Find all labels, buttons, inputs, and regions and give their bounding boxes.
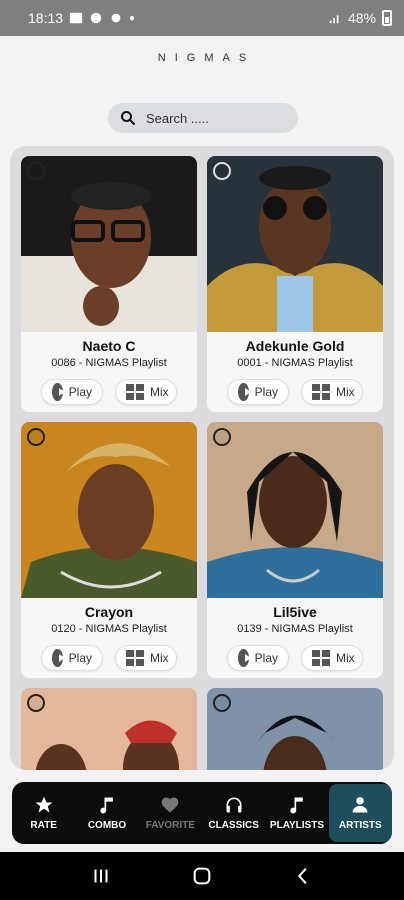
search-input[interactable] bbox=[146, 110, 276, 126]
artist-card[interactable] bbox=[207, 688, 383, 770]
mix-label: Mix bbox=[336, 385, 355, 399]
artist-card[interactable]: Naeto C 0086 - NIGMAS Playlist Play Mix bbox=[21, 156, 197, 412]
play-button[interactable]: Play bbox=[41, 645, 103, 671]
heart-icon bbox=[161, 797, 179, 813]
headphones-icon bbox=[226, 797, 242, 813]
signal-icon bbox=[328, 11, 342, 25]
status-bar: 18:13 ● 48% bbox=[0, 0, 404, 36]
person-icon bbox=[352, 797, 368, 813]
artist-photo[interactable] bbox=[207, 422, 383, 598]
artist-card[interactable] bbox=[21, 688, 197, 770]
notification-dot-icon: ● bbox=[129, 12, 136, 24]
music-note-icon bbox=[100, 797, 113, 814]
play-label: Play bbox=[254, 385, 278, 399]
artist-photo[interactable] bbox=[21, 156, 197, 332]
artists-grid-container[interactable]: Naeto C 0086 - NIGMAS Playlist Play Mix bbox=[10, 146, 394, 770]
search-bar[interactable] bbox=[108, 103, 298, 133]
nav-label: ARTISTS bbox=[338, 820, 382, 831]
mix-button[interactable]: Mix bbox=[301, 379, 363, 405]
mix-button[interactable]: Mix bbox=[115, 379, 177, 405]
artist-playlist: 0120 - NIGMAS Playlist bbox=[51, 623, 167, 635]
settings-icon bbox=[109, 11, 123, 25]
select-radio[interactable] bbox=[27, 428, 45, 446]
artist-name: Crayon bbox=[84, 604, 134, 620]
artist-photo[interactable] bbox=[207, 156, 383, 332]
select-radio[interactable] bbox=[27, 162, 45, 180]
nav-label: RATE bbox=[30, 820, 57, 831]
recent-apps-icon[interactable] bbox=[90, 865, 112, 887]
select-radio[interactable] bbox=[213, 428, 231, 446]
nav-favorite[interactable]: FAVORITE bbox=[139, 782, 202, 844]
artist-playlist: 0139 - NIGMAS Playlist bbox=[237, 623, 353, 635]
mix-label: Mix bbox=[150, 651, 169, 665]
home-icon[interactable] bbox=[191, 865, 213, 887]
play-icon bbox=[52, 383, 65, 401]
nav-playlists[interactable]: PLAYLISTS bbox=[265, 782, 328, 844]
play-button[interactable]: Play bbox=[227, 379, 289, 405]
artists-grid: Naeto C 0086 - NIGMAS Playlist Play Mix bbox=[21, 156, 383, 770]
nav-label: CLASSICS bbox=[208, 820, 259, 831]
bottom-nav: RATE COMBO FAVORITE CLASSICS PLAYLISTS A… bbox=[12, 782, 392, 844]
music-note-icon bbox=[290, 797, 303, 814]
mix-button[interactable]: Mix bbox=[115, 645, 177, 671]
play-icon bbox=[238, 383, 251, 401]
app-title: NIGMAS bbox=[157, 52, 256, 64]
artist-photo[interactable] bbox=[207, 688, 383, 770]
play-button[interactable]: Play bbox=[41, 379, 103, 405]
gallery-icon bbox=[69, 11, 83, 25]
nav-label: COMBO bbox=[87, 820, 127, 831]
artist-photo[interactable] bbox=[21, 422, 197, 598]
nav-combo[interactable]: COMBO bbox=[75, 782, 138, 844]
system-nav-bar bbox=[0, 852, 404, 900]
artist-card[interactable]: Adekunle Gold 0001 - NIGMAS Playlist Pla… bbox=[207, 156, 383, 412]
play-icon bbox=[52, 649, 65, 667]
mix-label: Mix bbox=[150, 385, 169, 399]
battery-icon bbox=[382, 10, 392, 26]
grid-icon bbox=[312, 384, 330, 400]
search-icon bbox=[121, 111, 136, 126]
play-button[interactable]: Play bbox=[227, 645, 289, 671]
mix-button[interactable]: Mix bbox=[301, 645, 363, 671]
select-radio[interactable] bbox=[213, 162, 231, 180]
nav-label: FAVORITE bbox=[145, 820, 195, 831]
play-label: Play bbox=[254, 651, 278, 665]
mix-label: Mix bbox=[336, 651, 355, 665]
play-icon bbox=[238, 649, 251, 667]
status-right: 48% bbox=[328, 10, 392, 26]
card-actions: Play Mix bbox=[207, 379, 383, 405]
grid-icon bbox=[126, 384, 144, 400]
artist-playlist: 0086 - NIGMAS Playlist bbox=[51, 357, 167, 369]
card-actions: Play Mix bbox=[21, 379, 197, 405]
artist-name: Adekunle Gold bbox=[245, 338, 345, 354]
nav-rate[interactable]: RATE bbox=[12, 782, 75, 844]
back-icon[interactable] bbox=[292, 865, 314, 887]
artist-card[interactable]: Crayon 0120 - NIGMAS Playlist Play Mix bbox=[21, 422, 197, 678]
grid-icon bbox=[126, 650, 144, 666]
star-icon bbox=[35, 796, 52, 813]
artist-photo[interactable] bbox=[21, 688, 197, 770]
artist-name: Lil5ive bbox=[273, 604, 317, 620]
play-label: Play bbox=[68, 651, 92, 665]
status-time: 18:13 bbox=[28, 10, 64, 26]
select-radio[interactable] bbox=[213, 694, 231, 712]
artist-name: Naeto C bbox=[82, 338, 136, 354]
artist-playlist: 0001 - NIGMAS Playlist bbox=[237, 357, 353, 369]
play-label: Play bbox=[68, 385, 92, 399]
card-actions: Play Mix bbox=[21, 645, 197, 671]
battery-percent: 48% bbox=[347, 10, 376, 26]
status-left: 18:13 ● bbox=[28, 10, 135, 26]
nav-label: PLAYLISTS bbox=[269, 820, 325, 831]
grid-icon bbox=[312, 650, 330, 666]
nav-classics[interactable]: CLASSICS bbox=[202, 782, 265, 844]
gear-icon bbox=[89, 11, 103, 25]
select-radio[interactable] bbox=[27, 694, 45, 712]
card-actions: Play Mix bbox=[207, 645, 383, 671]
nav-artists[interactable]: ARTISTS bbox=[328, 784, 392, 842]
artist-card[interactable]: Lil5ive 0139 - NIGMAS Playlist Play Mix bbox=[207, 422, 383, 678]
